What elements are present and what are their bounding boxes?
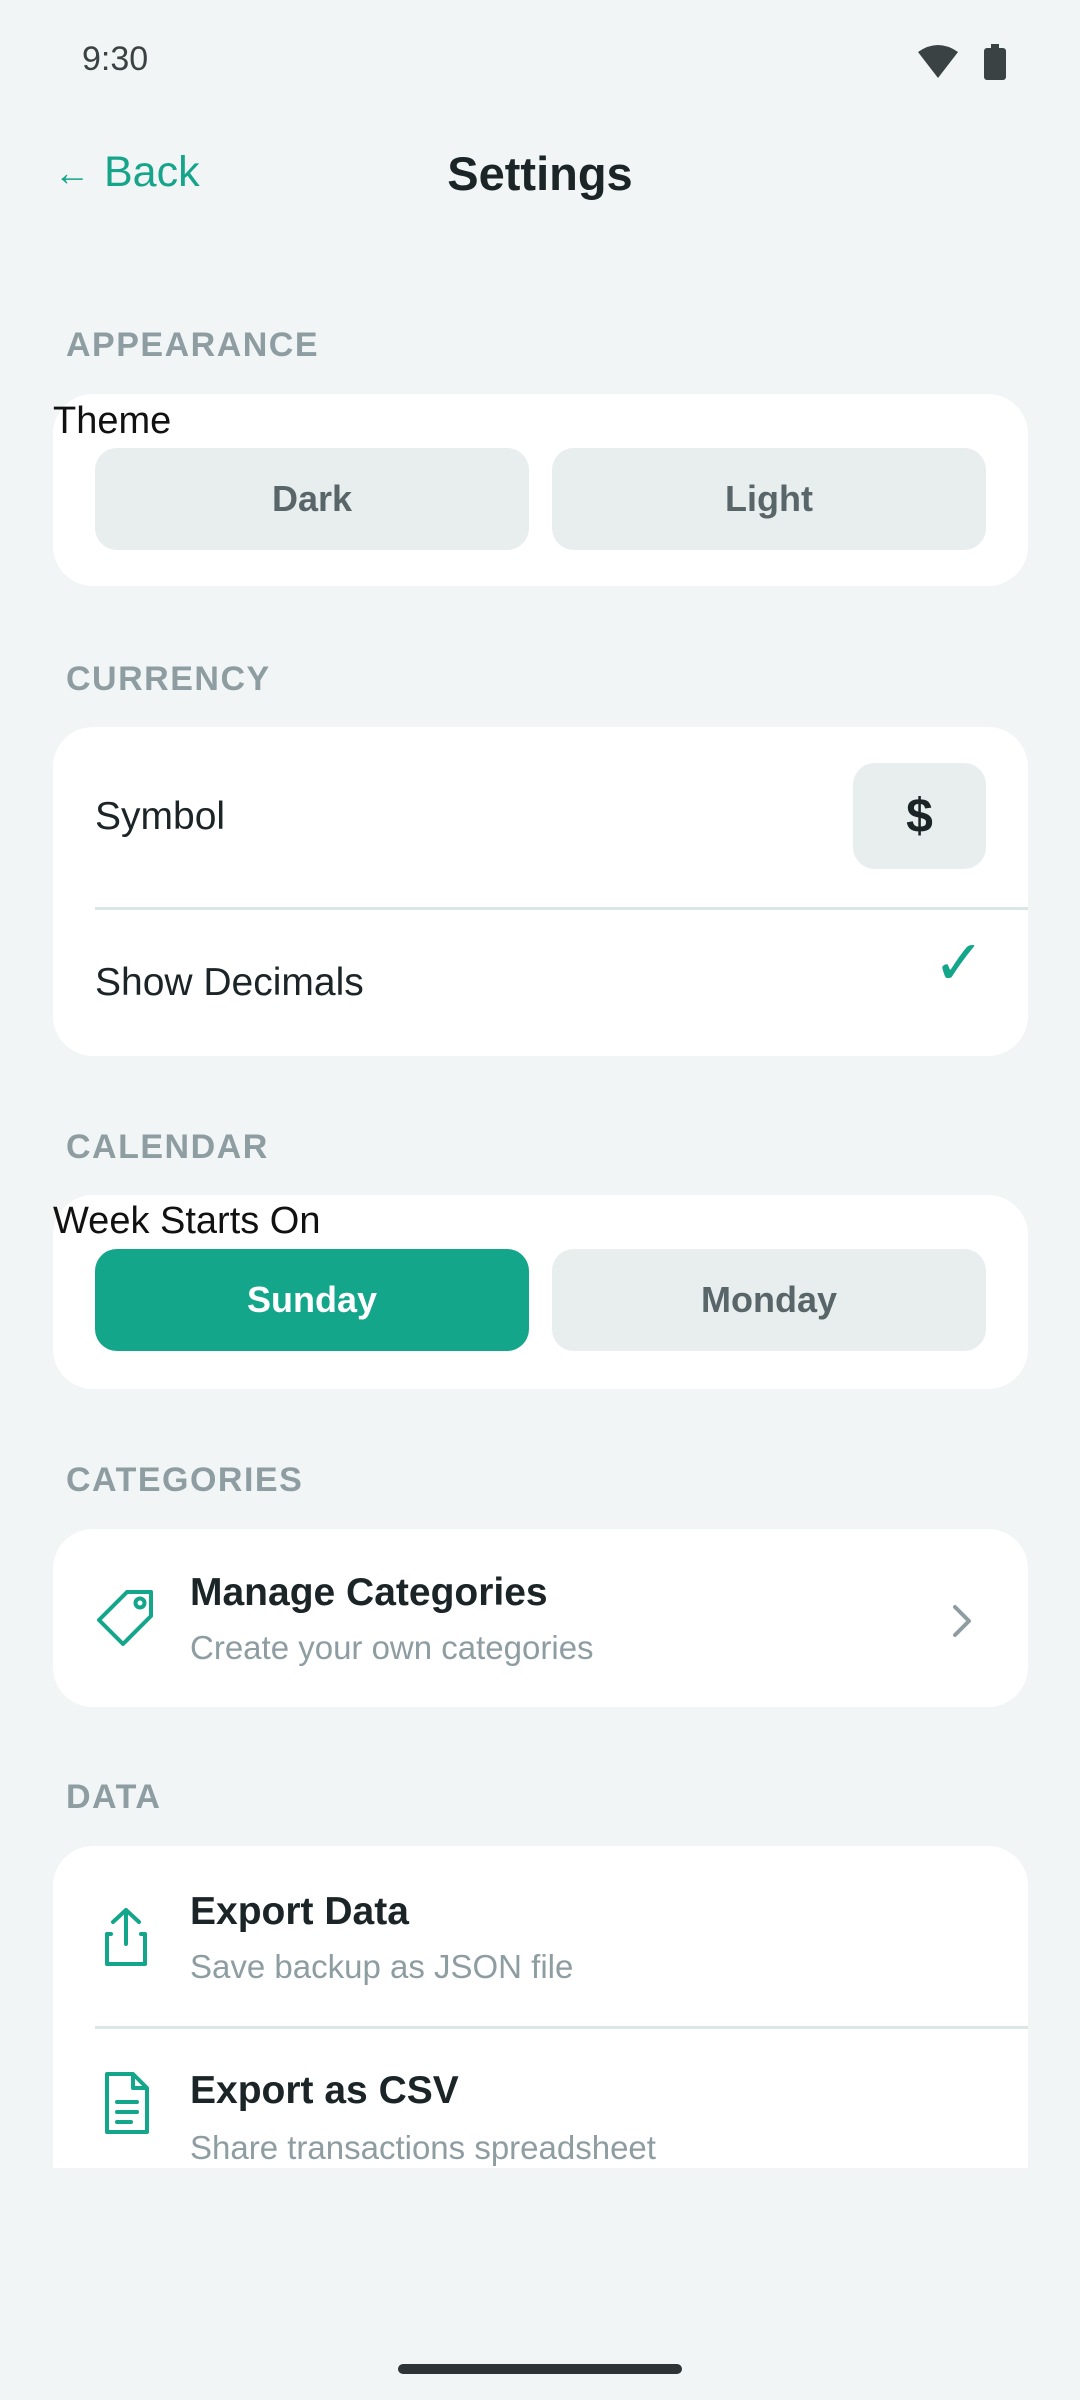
theme-option-light[interactable]: Light bbox=[552, 448, 986, 550]
wifi-icon bbox=[918, 45, 958, 78]
status-bar: 9:30 bbox=[0, 0, 1080, 126]
tag-icon bbox=[97, 1590, 153, 1646]
export-data-title: Export Data bbox=[190, 1890, 409, 1933]
theme-option-dark[interactable]: Dark bbox=[95, 448, 529, 550]
manage-categories-item[interactable]: Manage Categories Create your own catego… bbox=[53, 1529, 1028, 1707]
export-csv-title: Export as CSV bbox=[190, 2069, 459, 2112]
section-label-categories: CATEGORIES bbox=[66, 1461, 304, 1499]
back-button[interactable]: ← Back bbox=[54, 148, 200, 197]
divider bbox=[95, 907, 1028, 910]
show-decimals-check-icon[interactable]: ✓ bbox=[933, 933, 985, 995]
home-indicator[interactable] bbox=[398, 2364, 682, 2374]
document-icon bbox=[105, 2072, 149, 2134]
export-data-subtitle: Save backup as JSON file bbox=[190, 1948, 574, 1985]
theme-heading: Theme bbox=[53, 400, 172, 442]
section-label-appearance: APPEARANCE bbox=[66, 326, 320, 364]
data-card: Export Data Save backup as JSON file Exp… bbox=[53, 1846, 1028, 2168]
back-label: Back bbox=[104, 148, 200, 196]
section-label-calendar: CALENDAR bbox=[66, 1128, 269, 1166]
currency-card: Symbol $ Show Decimals ✓ bbox=[53, 727, 1028, 1056]
export-data-item[interactable]: Export Data Save backup as JSON file bbox=[53, 1846, 1028, 2026]
status-time: 9:30 bbox=[82, 40, 149, 78]
currency-symbol-button[interactable]: $ bbox=[853, 763, 986, 869]
section-label-currency: CURRENCY bbox=[66, 660, 271, 698]
show-decimals-label: Show Decimals bbox=[95, 961, 364, 1004]
export-csv-item[interactable]: Export as CSV Share transactions spreads… bbox=[53, 2029, 1028, 2168]
export-csv-subtitle: Share transactions spreadsheet bbox=[190, 2129, 656, 2166]
app-bar: Settings ← Back bbox=[0, 126, 1080, 226]
manage-categories-title: Manage Categories bbox=[190, 1571, 548, 1614]
week-start-option-sunday[interactable]: Sunday bbox=[95, 1249, 529, 1351]
chevron-right-icon bbox=[953, 1605, 971, 1637]
week-start-option-monday[interactable]: Monday bbox=[552, 1249, 986, 1351]
battery-icon bbox=[984, 44, 1006, 80]
theme-card: Dark Light bbox=[53, 394, 1028, 586]
section-label-data: DATA bbox=[66, 1778, 162, 1816]
share-icon bbox=[105, 1908, 147, 1966]
week-start-heading: Week Starts On bbox=[53, 1200, 321, 1242]
symbol-label: Symbol bbox=[95, 795, 226, 838]
back-arrow-icon: ← bbox=[54, 151, 90, 193]
manage-categories-subtitle: Create your own categories bbox=[190, 1629, 594, 1666]
